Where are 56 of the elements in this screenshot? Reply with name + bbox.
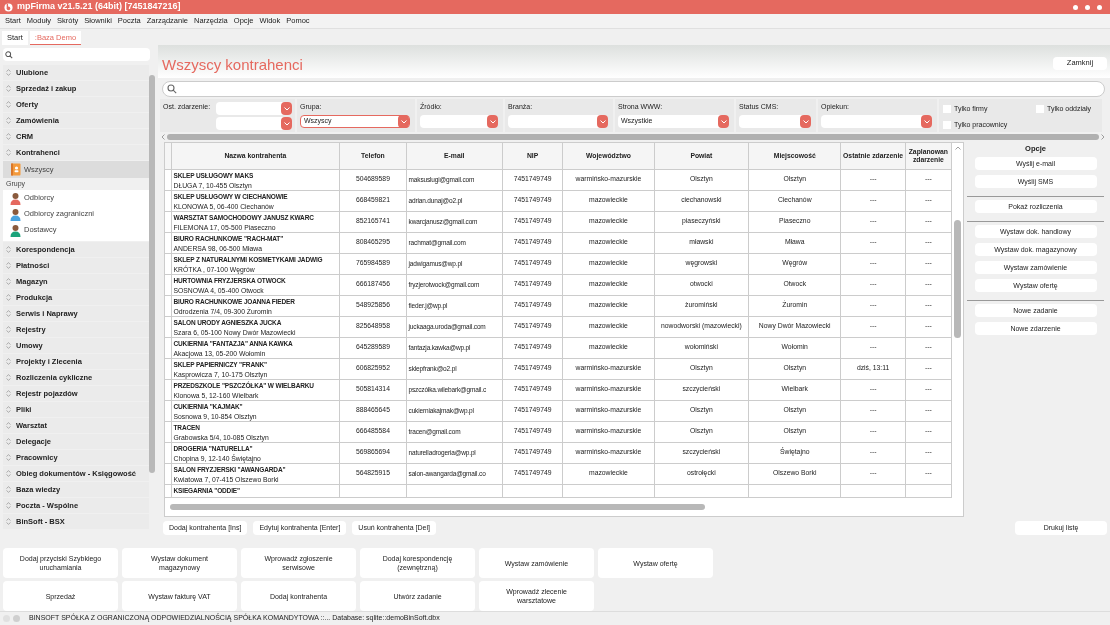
window-title: mpFirma v21.5.21 (64bit) [7451847216] (17, 0, 181, 14)
chevron-down-icon (283, 121, 290, 126)
person-icon (10, 207, 21, 221)
chevron-down-icon (720, 119, 727, 124)
expand-icon (6, 374, 11, 381)
chevron-down-icon (283, 106, 290, 111)
expand-icon (6, 502, 11, 509)
expand-icon (6, 406, 11, 413)
expand-icon (6, 358, 11, 365)
expand-icon (6, 117, 11, 124)
expand-icon (6, 422, 11, 429)
dropdown[interactable] (216, 117, 292, 130)
expand-icon (6, 454, 11, 461)
dropdown[interactable] (739, 115, 811, 128)
expand-icon (6, 310, 11, 317)
dropdown[interactable] (508, 115, 608, 128)
dropdown[interactable] (420, 115, 498, 128)
expand-icon (6, 518, 11, 525)
expand-icon (6, 278, 11, 285)
search-field[interactable] (3, 48, 150, 61)
chevron-down-icon (400, 119, 407, 124)
expand-icon (6, 101, 11, 108)
chevron-down-icon (599, 119, 606, 124)
chevron-down-icon (923, 119, 930, 124)
chevron-left-icon[interactable] (161, 133, 165, 140)
expand-icon (6, 438, 11, 445)
expand-icon (6, 486, 11, 493)
expand-icon (6, 294, 11, 301)
expand-icon (6, 262, 11, 269)
expand-icon (6, 69, 11, 76)
expand-icon (6, 85, 11, 92)
person-icon (10, 223, 21, 237)
search-field[interactable] (162, 81, 1105, 97)
dropdown[interactable] (821, 115, 932, 128)
chevron-down-icon (802, 119, 809, 124)
expand-icon (6, 390, 11, 397)
expand-icon (6, 470, 11, 477)
scrollbar[interactable] (161, 133, 1105, 140)
expand-icon (6, 149, 11, 156)
page-title: Wszyscy kontrahenci (162, 55, 303, 76)
window-control[interactable] (1097, 4, 1102, 10)
scrollbar-thumb[interactable] (954, 220, 961, 338)
expand-icon (6, 133, 11, 140)
person-icon (10, 191, 21, 205)
chevron-down-icon (489, 119, 496, 124)
address-book-icon (10, 163, 21, 176)
chevron-right-icon[interactable] (1101, 133, 1105, 140)
window-control[interactable] (1085, 4, 1090, 10)
expand-icon (6, 326, 11, 333)
window-control[interactable] (1073, 4, 1078, 10)
chevron-up-icon[interactable] (954, 146, 961, 150)
dropdown[interactable] (216, 102, 292, 115)
search-icon (167, 84, 177, 94)
search-icon (5, 50, 13, 59)
expand-icon (6, 342, 11, 349)
expand-icon (6, 246, 11, 253)
